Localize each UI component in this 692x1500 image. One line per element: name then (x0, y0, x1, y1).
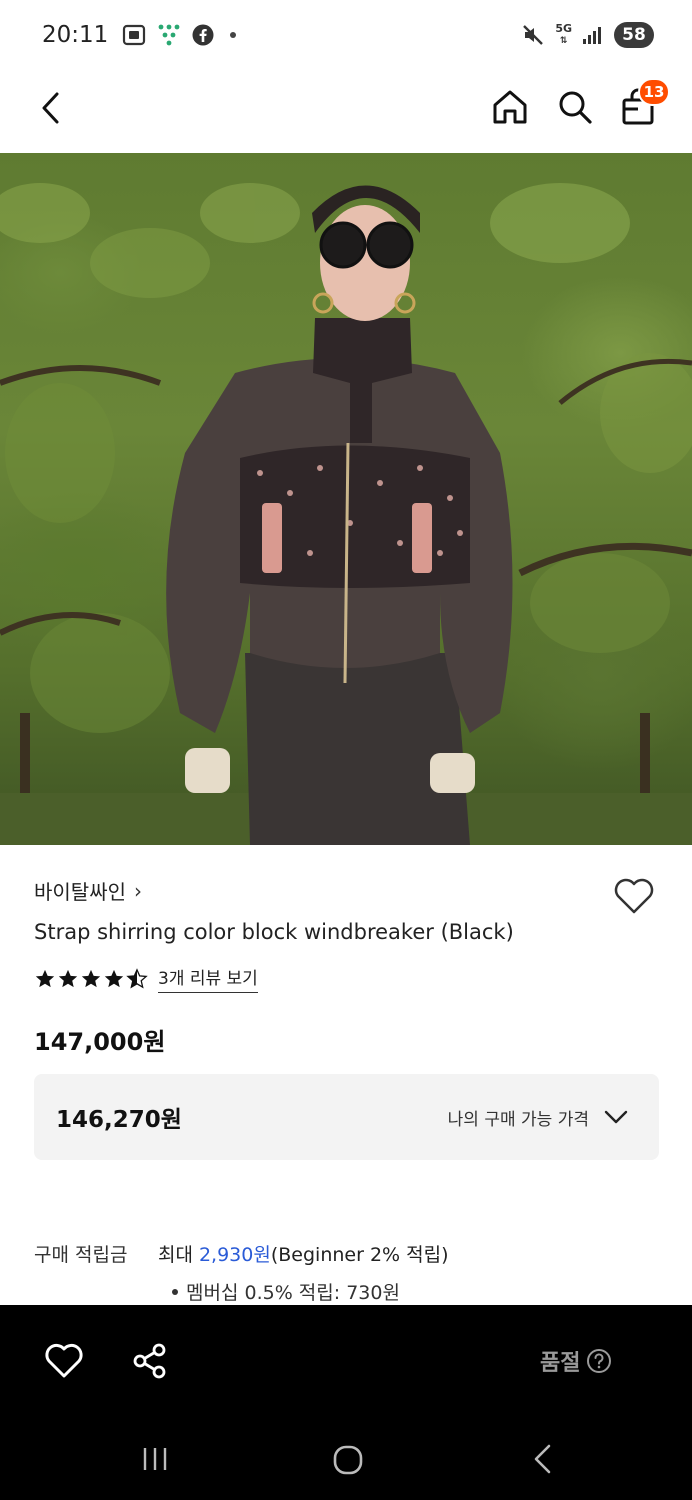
star-icon (58, 969, 78, 987)
home-icon[interactable] (490, 87, 530, 127)
more-notifications-dot (230, 32, 237, 38)
purchase-points-row: 구매 적립금 최대 2,930원 (Beginner 2% 적립) (34, 1240, 449, 1267)
bullet (172, 1288, 178, 1295)
member-price-toggle[interactable]: 나의 구매 가능 가격 (448, 1105, 629, 1130)
soldout-status[interactable]: 품절 (540, 1345, 612, 1377)
points-note: (Beginner 2% 적립) (270, 1244, 449, 1266)
soldout-label: 품절 (540, 1351, 581, 1376)
member-price-box[interactable]: 146,270원 나의 구매 가능 가격 (34, 1074, 659, 1160)
points-amount: 2,930원 (198, 1244, 271, 1266)
product-title: Strap shirring color block windbreaker (… (34, 920, 514, 944)
app-dots-icon (158, 24, 180, 46)
mute-icon (523, 25, 544, 45)
chevron-right-icon: › (134, 878, 142, 903)
signal-icon (583, 27, 601, 44)
app-header: 13 (0, 70, 692, 153)
points-max-prefix: 최대 (158, 1244, 193, 1266)
screenshot-icon (123, 24, 146, 46)
recent-apps-icon[interactable] (140, 1444, 170, 1474)
status-time: 20:11 (42, 22, 109, 48)
star-icon (104, 969, 124, 987)
facebook-icon (192, 24, 214, 46)
member-price: 146,270원 (56, 1107, 182, 1133)
member-price-label: 나의 구매 가능 가격 (447, 1109, 589, 1130)
heart-icon[interactable] (612, 876, 656, 916)
brand-name: 바이탈싸인 (34, 880, 126, 904)
star-rating (34, 967, 148, 990)
bottom-action-bar: 품절 (0, 1305, 692, 1420)
product-photo-illustration (0, 183, 692, 845)
chevron-down-icon (604, 1110, 628, 1124)
original-price: 147,000원 (34, 1028, 166, 1056)
back-button[interactable] (36, 88, 66, 128)
status-system-icons: 5G ⇅ 58 (521, 22, 654, 48)
home-button-icon[interactable] (332, 1444, 364, 1476)
search-icon[interactable] (555, 87, 595, 127)
product-image[interactable] (0, 153, 692, 845)
heart-icon[interactable] (44, 1343, 84, 1379)
network-label: 5G (555, 22, 572, 35)
status-notification-icons (122, 23, 237, 47)
points-label: 구매 적립금 (34, 1244, 128, 1266)
cart-count-badge: 13 (638, 78, 670, 106)
star-icon (35, 969, 55, 987)
membership-points-item: 멤버십 0.5% 적립: 730원 (172, 1278, 400, 1305)
question-icon[interactable] (586, 1348, 612, 1374)
star-icon (81, 969, 101, 987)
review-link[interactable]: 3개 리뷰 보기 (158, 964, 258, 993)
back-nav-icon[interactable] (530, 1442, 556, 1476)
half-star-icon (126, 967, 148, 988)
membership-points-text: 멤버십 0.5% 적립: 730원 (186, 1282, 400, 1304)
network-type: 5G ⇅ (555, 22, 572, 46)
share-icon[interactable] (132, 1343, 168, 1379)
brand-link[interactable]: 바이탈싸인 › (34, 876, 142, 905)
status-bar: 20:11 5G ⇅ 58 (0, 0, 692, 70)
battery-indicator: 58 (614, 22, 654, 48)
system-nav-bar (0, 1420, 692, 1500)
rating-row: 3개 리뷰 보기 (34, 964, 258, 993)
